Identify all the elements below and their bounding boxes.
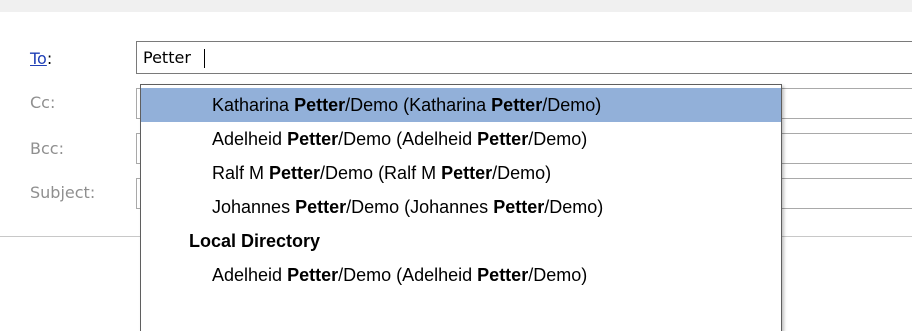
suggestion-name-suffix: /Demo (Adelheid: [338, 129, 478, 149]
suggestion-match: Petter: [287, 129, 339, 149]
suggestion-match: Petter: [477, 129, 529, 149]
to-label-link[interactable]: To:: [30, 49, 52, 68]
suggestion-name-suffix: /Demo): [492, 163, 552, 183]
suggestion-match: Petter: [493, 197, 545, 217]
suggestion-match: Petter: [294, 95, 346, 115]
suggestion-item[interactable]: Johannes Petter/Demo (Johannes Petter/De…: [141, 190, 781, 224]
local-directory-heading: Local Directory: [189, 231, 321, 251]
to-label: To: [30, 49, 47, 68]
bcc-label: Bcc:: [30, 139, 64, 158]
suggestion-item[interactable]: Adelheid Petter/Demo (Adelheid Petter/De…: [141, 122, 781, 156]
suggestion-name-suffix: /Demo): [544, 197, 604, 217]
suggestion-item[interactable]: Katharina Petter/Demo (Katharina Petter/…: [141, 88, 781, 122]
cc-label: Cc:: [30, 93, 56, 112]
suggestion-match: Petter: [295, 197, 347, 217]
suggestion-name-suffix: /Demo (Johannes: [346, 197, 494, 217]
suggestion-item[interactable]: Ralf M Petter/Demo (Ralf M Petter/Demo): [141, 156, 781, 190]
suggestion-match: Petter: [287, 265, 339, 285]
suggestion-match: Petter: [269, 163, 321, 183]
to-label-colon: :: [46, 49, 53, 68]
subject-label: Subject:: [30, 183, 96, 202]
suggestion-name-prefix: Adelheid: [212, 129, 288, 149]
suggestion-name-suffix: /Demo): [528, 129, 588, 149]
suggestion-match: Petter: [477, 265, 529, 285]
text-caret: [204, 49, 205, 68]
suggestion-name-prefix: Johannes: [212, 197, 296, 217]
suggestion-name-prefix: Adelheid: [212, 265, 288, 285]
to-input[interactable]: [137, 42, 912, 73]
info-bar-text: [318, 0, 324, 9]
address-autocomplete-dropdown: Katharina Petter/Demo (Katharina Petter/…: [140, 84, 782, 331]
suggestion-name-suffix: /Demo): [542, 95, 602, 115]
suggestion-name-prefix: Ralf M: [212, 163, 270, 183]
suggestion-match: Petter: [441, 163, 493, 183]
suggestion-name-suffix: /Demo): [528, 265, 588, 285]
suggestion-name-suffix: /Demo (Ralf M: [320, 163, 442, 183]
info-bar: [0, 0, 912, 12]
to-field[interactable]: [136, 41, 912, 74]
suggestion-item[interactable]: Adelheid Petter/Demo (Adelheid Petter/De…: [141, 258, 781, 292]
suggestion-match: Petter: [491, 95, 543, 115]
suggestion-name-suffix: /Demo (Adelheid: [338, 265, 478, 285]
suggestion-name-prefix: Katharina: [212, 95, 295, 115]
suggestion-name-suffix: /Demo (Katharina: [345, 95, 492, 115]
